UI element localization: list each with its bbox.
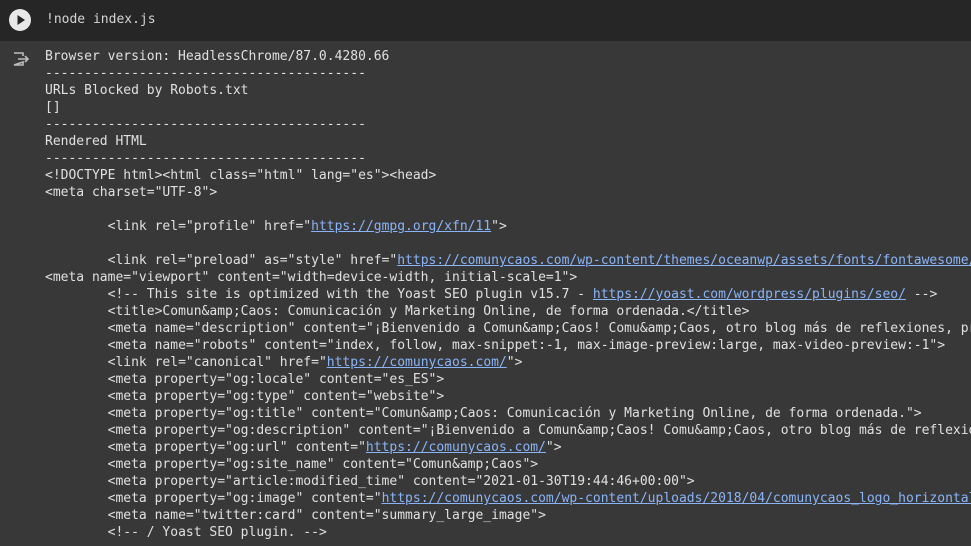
output-text: <meta property="og:site_name" content="C… [107,457,539,472]
output-link[interactable]: https://comunycaos.com/wp-content/themes… [397,253,971,268]
output-text: <meta property="og:locale" content="es_E… [107,372,445,387]
output-line: <meta property="og:image" content="https… [45,490,971,507]
output-line: <link rel="canonical" href="https://comu… [45,354,971,371]
output-line: <meta charset="UTF-8"> [45,184,971,201]
play-icon [17,15,25,25]
output-line: <link rel="profile" href="https://gmpg.o… [45,218,971,235]
notebook-cell: !node index.js Browser version: Headless… [0,0,971,546]
output-line: URLs Blocked by Robots.txt [45,82,971,99]
output-line: <meta name="robots" content="index, foll… [45,337,971,354]
output-text: <meta property="og:url" content=" [107,440,366,455]
output-text: <!-- This site is optimized with the Yoa… [107,287,593,302]
output-line: <meta property="og:url" content="https:/… [45,439,971,456]
output-text: <meta name="robots" content="index, foll… [107,338,946,353]
output-text: ----------------------------------------… [45,151,366,166]
code-text[interactable]: !node index.js [46,11,156,29]
output-text: <meta property="og:description" content=… [107,423,971,438]
output-text: <title>Comun&amp;Caos: Comunicación y Ma… [107,304,750,319]
output-line: <meta name="description" content="¡Bienv… [45,320,971,337]
output-link[interactable]: https://comunycaos.com/ [327,355,507,370]
output-text: "> [545,440,562,455]
output-link[interactable]: https://comunycaos.com/wp-content/upload… [382,491,971,506]
output-line: <!DOCTYPE html><html class="html" lang="… [45,167,971,184]
output-link[interactable]: https://comunycaos.com/ [366,440,546,455]
output-link[interactable]: https://yoast.com/wordpress/plugins/seo/ [593,287,906,302]
output-text: <meta name="description" content="¡Bienv… [107,321,971,336]
output-text: <meta property="og:image" content=" [107,491,382,506]
output-text: <meta property="og:type" content="websit… [107,389,445,404]
output-text: Browser version: HeadlessChrome/87.0.428… [45,49,390,64]
output-line: Browser version: HeadlessChrome/87.0.428… [45,48,971,65]
output-line: <meta name="twitter:card" content="summa… [45,507,971,524]
output-text: --> [905,287,938,302]
output-text: <meta charset="UTF-8"> [45,185,218,200]
output-line: ----------------------------------------… [45,65,971,82]
output-text: Rendered HTML [45,134,147,149]
output-text: "> [506,355,523,370]
output-text: <link rel="preload" as="style" href=" [107,253,398,268]
output-line: <meta property="og:title" content="Comun… [45,405,971,422]
cell-output: Browser version: HeadlessChrome/87.0.428… [45,48,971,541]
clear-output-icon[interactable] [12,50,32,68]
output-text: <meta property="article:modified_time" c… [107,474,695,489]
output-line: <!-- / Yoast SEO plugin. --> [45,524,971,541]
output-line: <meta property="og:locale" content="es_E… [45,371,971,388]
run-cell-button[interactable] [9,9,31,31]
output-text: "> [491,219,507,234]
code-cell-input[interactable]: !node index.js [0,0,971,41]
output-line: [] [45,99,971,116]
output-line: <title>Comun&amp;Caos: Comunicación y Ma… [45,303,971,320]
output-link[interactable]: https://gmpg.org/xfn/11 [311,219,491,234]
output-line: <meta property="article:modified_time" c… [45,473,971,490]
output-text: ----------------------------------------… [45,66,366,81]
output-text: [] [45,100,61,115]
output-line: <meta property="og:description" content=… [45,422,971,439]
output-text: ----------------------------------------… [45,117,366,132]
output-text: <!DOCTYPE html><html class="html" lang="… [45,168,437,183]
output-text: URLs Blocked by Robots.txt [45,83,249,98]
output-text: <link rel="profile" href=" [107,219,312,234]
output-text: <!-- / Yoast SEO plugin. --> [107,525,327,540]
output-line: <meta name="viewport" content="width=dev… [45,269,971,286]
output-line: <link rel="preload" as="style" href="htt… [45,252,971,269]
output-text: <meta name="viewport" content="width=dev… [45,270,578,285]
output-line: ----------------------------------------… [45,116,971,133]
output-line: <meta property="og:type" content="websit… [45,388,971,405]
output-line: ----------------------------------------… [45,150,971,167]
output-line: <meta property="og:site_name" content="C… [45,456,971,473]
output-line: Rendered HTML [45,133,971,150]
output-text: <link rel="canonical" href=" [107,355,327,370]
output-text: <meta name="twitter:card" content="summa… [107,508,546,523]
output-line: <!-- This site is optimized with the Yoa… [45,286,971,303]
output-text: <meta property="og:title" content="Comun… [107,406,922,421]
